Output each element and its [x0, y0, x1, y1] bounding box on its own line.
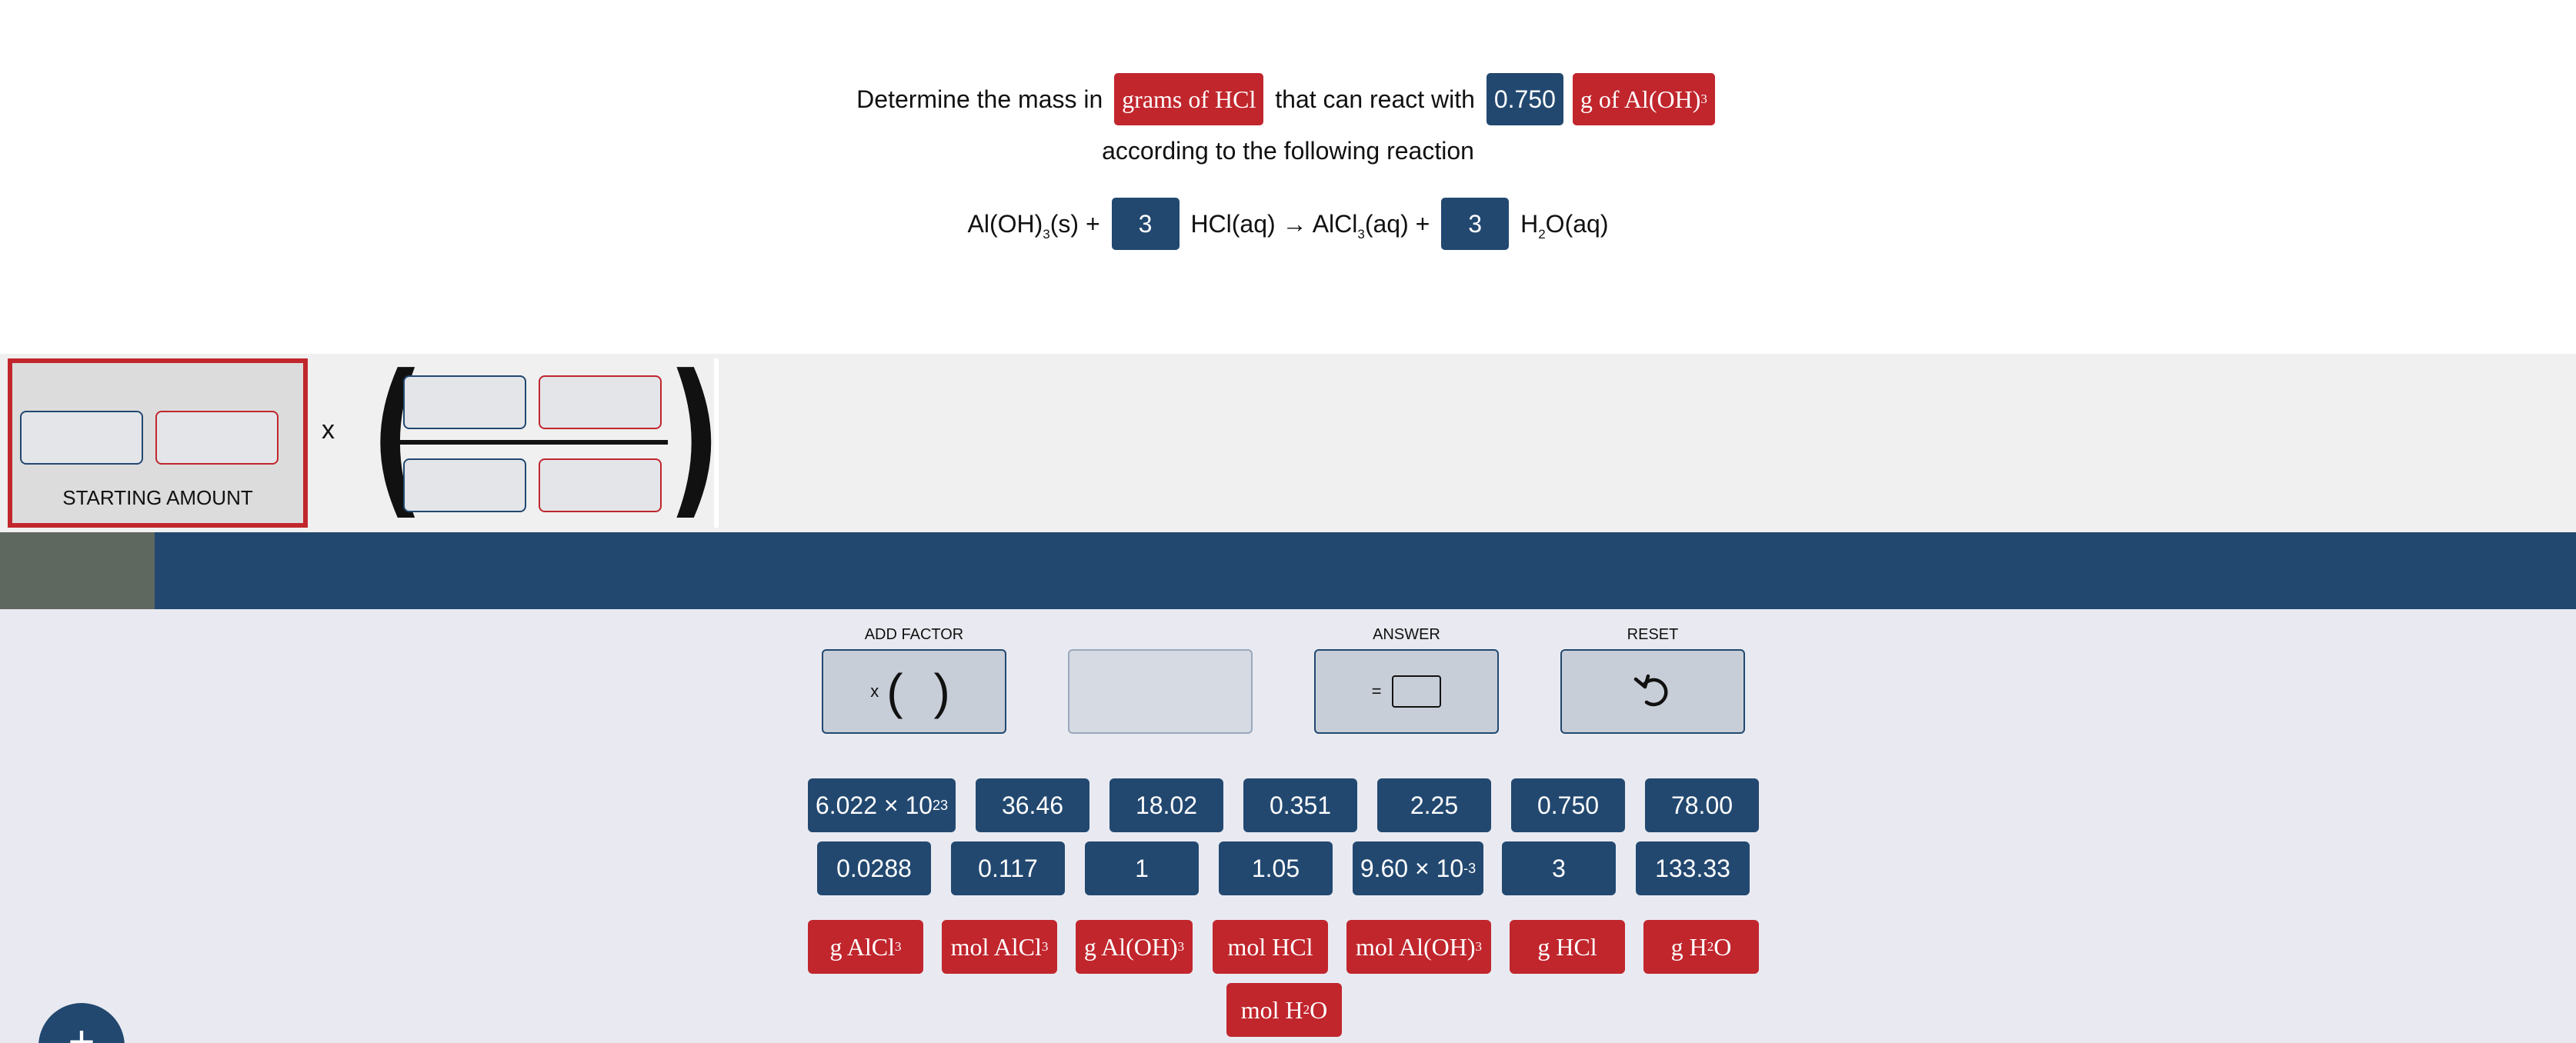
number-tile[interactable]: 78.00	[1645, 778, 1759, 832]
unit-b: O	[1310, 995, 1328, 1024]
progress-bar	[0, 532, 2576, 609]
number-tile[interactable]: 133.33	[1636, 841, 1750, 895]
number-tile[interactable]: 36.46	[976, 778, 1089, 832]
product-2-a: H	[1513, 209, 1539, 238]
number-tile[interactable]: 2.25	[1377, 778, 1491, 832]
reactant-2-text: HCl(aq) → AlCl	[1183, 209, 1358, 238]
fraction-bar	[397, 440, 668, 445]
progress-fill	[0, 532, 155, 609]
starting-amount-label: STARTING AMOUNT	[62, 486, 253, 509]
question-prefix: Determine the mass in	[856, 85, 1110, 113]
number-tile[interactable]: 0.351	[1243, 778, 1357, 832]
number-tile[interactable]: 0.0288	[817, 841, 931, 895]
undo-arrow-icon	[1633, 674, 1668, 707]
unit-tile-g-aloh3[interactable]: g Al(OH) 3	[1076, 920, 1193, 974]
product-1-sub: 3	[1357, 226, 1365, 242]
unit-tile-mol-h2o[interactable]: mol H2O	[1226, 983, 1342, 1037]
number-tile[interactable]: 1.05	[1219, 841, 1333, 895]
answer-label: ANSWER	[1373, 626, 1440, 643]
answer-box-icon	[1392, 675, 1442, 708]
number-tile[interactable]: 1	[1085, 841, 1199, 895]
number-tile[interactable]: 18.02	[1109, 778, 1223, 832]
product-1-b: (aq) +	[1364, 209, 1437, 238]
multiply-symbol: x	[322, 415, 335, 445]
question-middle: that can react with	[1268, 85, 1482, 113]
unit-tile-mol-alcl3[interactable]: mol AlCl 3	[942, 920, 1057, 974]
reactant-1: Al(OH)3(s) +	[967, 209, 1107, 241]
coefficient-h2o-chip: 3	[1441, 198, 1510, 250]
reset-label: RESET	[1627, 626, 1679, 643]
reaction-equation: Al(OH)3(s) + 3 HCl(aq) → AlCl3(aq) + 3 H…	[0, 197, 2576, 251]
reactant-1-a: Al(OH)	[967, 209, 1043, 238]
answer-glyph: =	[1372, 675, 1442, 708]
factor-numerator-unit-slot[interactable]	[539, 375, 662, 429]
reactant-1-b: (s) +	[1049, 209, 1107, 238]
question-area: Determine the mass in grams of HCl that …	[0, 0, 2576, 354]
reactant-2-and-product-1: HCl(aq) → AlCl3(aq) +	[1183, 209, 1437, 241]
dimensional-analysis-workspace: STARTING AMOUNT x ( )	[0, 338, 2576, 535]
question-line-2: according to the following reaction	[1102, 136, 1474, 165]
add-factor-label: ADD FACTOR	[864, 626, 964, 643]
product-2-b: O(aq)	[1545, 209, 1609, 238]
unit-b: O	[1713, 932, 1732, 961]
unit-main: g AlCl	[829, 932, 895, 961]
factor-denominator-unit-slot[interactable]	[539, 458, 662, 512]
add-factor-x: x	[870, 681, 879, 701]
right-paren: )	[667, 338, 722, 535]
unit-main: g Al(OH)	[1083, 932, 1178, 961]
target-unit-chip: grams of HCl	[1114, 73, 1264, 125]
add-factor-left-paren: (	[886, 664, 903, 719]
number-tile[interactable]: 3	[1502, 841, 1616, 895]
starting-amount-box[interactable]: STARTING AMOUNT	[8, 358, 308, 528]
unit-tile-mol-hcl[interactable]: mol HCl	[1213, 920, 1328, 974]
unit-a: mol H	[1240, 995, 1303, 1024]
product-2-sub: 2	[1538, 226, 1546, 242]
factor-numerator-value-slot[interactable]	[403, 375, 526, 429]
control-panel: ADD FACTOR x ( ) ANSWER = RESET 6.022 × …	[0, 609, 2576, 1043]
avogadro-base: 6.022 × 10	[815, 791, 933, 819]
number-tile[interactable]: 0.117	[951, 841, 1065, 895]
number-tile-avogadro[interactable]: 6.022 × 10 23	[808, 778, 956, 832]
given-unit-main: g of Al(OH)	[1580, 85, 1701, 113]
reactant-1-sub: 3	[1043, 226, 1050, 242]
starting-value-slot[interactable]	[20, 411, 143, 465]
unit-tile-g-h2o[interactable]: g H2O	[1643, 920, 1759, 974]
unit-tile-g-hcl[interactable]: g HCl	[1510, 920, 1625, 974]
add-factor-button[interactable]: x ( )	[822, 649, 1006, 734]
reset-button[interactable]	[1560, 649, 1745, 734]
unit-a: g H	[1670, 932, 1707, 961]
given-unit-chip: g of Al(OH) 3	[1572, 73, 1715, 125]
number-tile-scientific[interactable]: 9.60 × 10 -3	[1353, 841, 1483, 895]
sci-base: 9.60 × 10	[1360, 854, 1464, 882]
empty-control-slot	[1068, 649, 1253, 734]
coefficient-hcl-chip: 3	[1111, 198, 1180, 250]
given-value-chip: 0.750	[1486, 73, 1563, 125]
unit-tile-mol-aloh3[interactable]: mol Al(OH) 3	[1346, 920, 1491, 974]
answer-equals: =	[1371, 681, 1382, 701]
factor-denominator-value-slot[interactable]	[403, 458, 526, 512]
answer-button[interactable]: =	[1314, 649, 1499, 734]
number-tile[interactable]: 0.750	[1511, 778, 1625, 832]
question-line-1: Determine the mass in grams of HCl that …	[0, 72, 2576, 126]
add-factor-right-paren: )	[933, 664, 950, 719]
unit-main: mol AlCl	[950, 932, 1042, 961]
add-factor-glyph: x ( )	[870, 663, 958, 720]
workspace-divider	[714, 358, 719, 528]
unit-main: mol Al(OH)	[1355, 932, 1476, 961]
unit-tile-g-alcl3[interactable]: g AlCl 3	[808, 920, 923, 974]
starting-unit-slot[interactable]	[155, 411, 279, 465]
product-2: H2O(aq)	[1513, 209, 1609, 241]
